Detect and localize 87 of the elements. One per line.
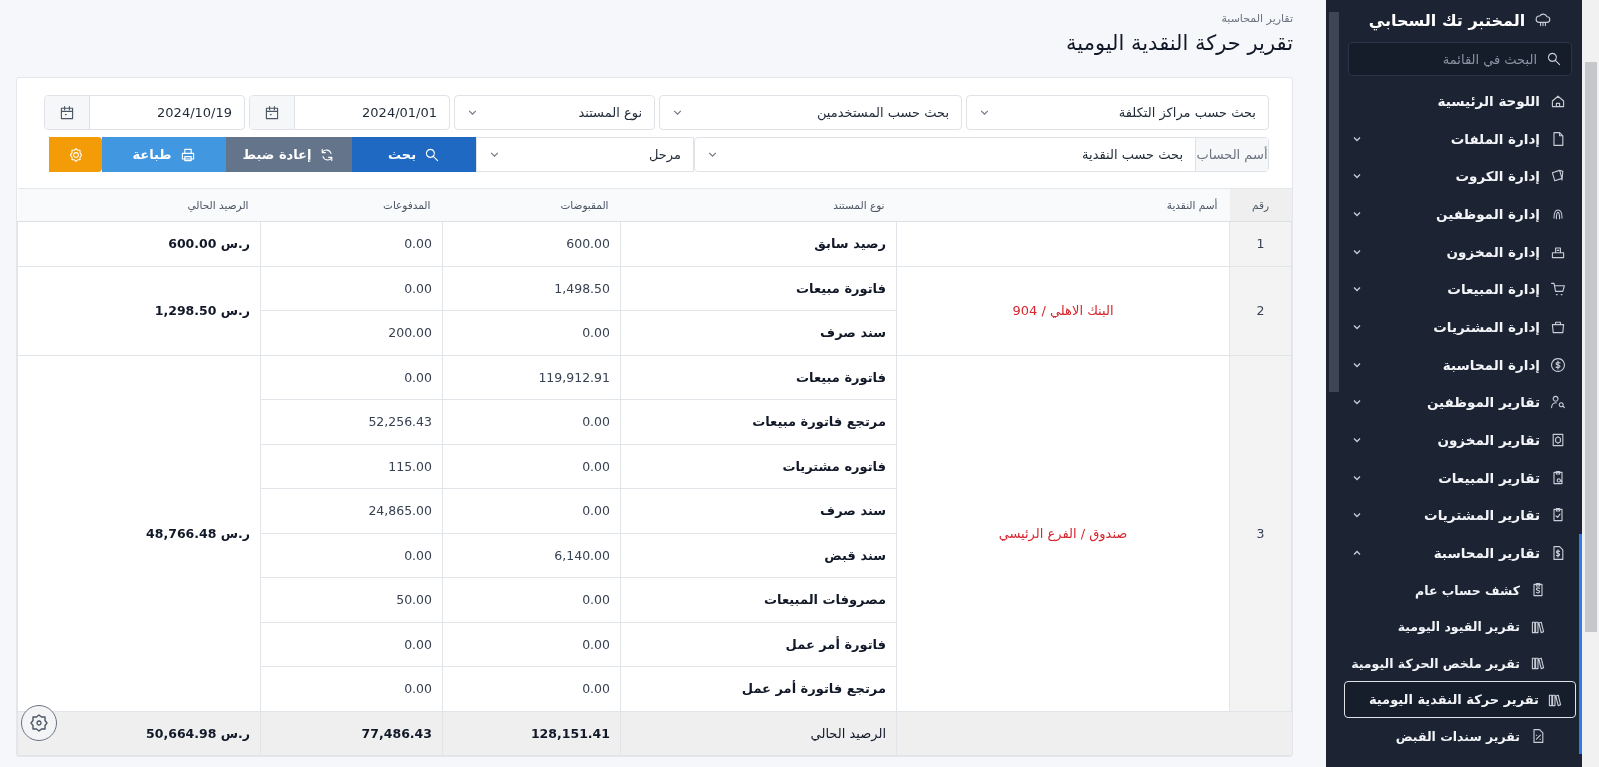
reset-button[interactable]: إعادة ضبط	[226, 137, 352, 172]
table-cell: 0.00	[442, 622, 621, 667]
sidebar-item[interactable]: تقارير المشتريات	[1344, 496, 1576, 535]
table-cell: فاتورة أمر عمل	[620, 622, 897, 667]
table-cell: 0.00	[442, 666, 621, 711]
table-cell: 0.00	[260, 355, 443, 400]
posted-select[interactable]: مرحل	[476, 137, 694, 172]
table-cell: 0.00	[442, 399, 621, 444]
sidebar-subitem[interactable]: تقرير حركة النقدية اليومية	[1344, 681, 1576, 718]
search-icon	[1546, 51, 1562, 67]
clipboard-check-icon	[1550, 507, 1566, 524]
sidebar-item[interactable]: إدارة المبيعات	[1344, 270, 1576, 309]
table-cell: مرتجع فاتورة أمر عمل	[620, 666, 897, 711]
breadcrumb: تقارير المحاسبة	[1220, 12, 1293, 25]
sidebar-item[interactable]: إدارة المخزون	[1344, 232, 1576, 271]
table-cell: 128,151.41	[442, 711, 621, 755]
table-cell: 0.00	[260, 221, 443, 266]
sidebar-item[interactable]: تقارير المحاسبة	[1344, 534, 1576, 572]
books-icon	[1530, 655, 1546, 672]
table-cell: 0.00	[442, 577, 621, 622]
cost-center-select[interactable]: بحث حسب مراكز التكلفة	[966, 95, 1269, 130]
table-cell: سند صرف	[620, 488, 897, 533]
cloud-icon	[1535, 12, 1552, 28]
sidebar-item[interactable]: إدارة المحاسبة	[1344, 345, 1576, 384]
table-cell: 600.00 ر.س	[17, 221, 261, 266]
table-cell: 3	[1229, 355, 1292, 711]
sidebar-subitem[interactable]: تقرير ملخص الحركة اليومية	[1344, 644, 1576, 682]
table-cell: 119,912.91	[442, 355, 621, 400]
table-cell: فاتورة مبيعات	[620, 266, 897, 311]
brand-name: المختبر تك السحابي	[1368, 10, 1526, 30]
users-select[interactable]: بحث حسب المستخدمين	[659, 95, 962, 130]
sidebar-item[interactable]: إدارة المشتريات	[1344, 308, 1576, 346]
table-cell: 1,498.50	[442, 266, 621, 311]
document-type-select[interactable]: نوع المستند	[454, 95, 655, 130]
table-cell: 0.00	[260, 266, 443, 311]
table-cell: 600.00	[442, 221, 621, 266]
table-cell: 2	[1229, 266, 1292, 355]
sidebar-item[interactable]: تقارير الموظفين	[1344, 383, 1576, 422]
table-cell: الرصيد الحالي	[620, 711, 897, 755]
document-icon	[1550, 130, 1566, 147]
table-cell: 1	[1229, 221, 1292, 266]
table-cell: البنك الاهلي / 904	[896, 266, 1230, 355]
table-cell: فاتوره مشتريات	[620, 444, 897, 489]
column-header: الرصيد الحالي	[17, 188, 261, 222]
table-cell: مرتجع فاتورة مبيعات	[620, 399, 897, 444]
printer-icon	[179, 146, 196, 163]
table-cell: صندوق / الفرع الرئيسي	[896, 355, 1230, 711]
search-field[interactable]: البحث في القائمة	[1348, 42, 1572, 76]
person-search-icon	[1550, 394, 1566, 411]
column-header: المقبوضات	[442, 188, 621, 222]
page-title: تقرير حركة النقدية اليومية	[1065, 31, 1293, 55]
table-cell: 0.00	[442, 310, 621, 355]
document-dollar-icon	[1550, 545, 1566, 562]
clipboard-search-icon	[1550, 469, 1566, 486]
table-cell: سند صرف	[620, 310, 897, 355]
table-cell: مصروفات المبيعات	[620, 577, 897, 622]
scrollbar-thumb[interactable]	[1585, 62, 1597, 632]
column-header: نوع المستند	[620, 188, 897, 222]
table-cell: فاتورة مبيعات	[620, 355, 897, 400]
search-icon	[424, 146, 440, 163]
sidebar-item[interactable]: إدارة الموظفين	[1344, 195, 1576, 233]
table-cell: 77,486.43	[260, 711, 443, 755]
clipboard-dollar-icon	[1530, 582, 1546, 599]
sidebar-item[interactable]: إدارة الملفات	[1344, 119, 1576, 158]
badge-gear-icon	[29, 713, 49, 733]
sidebar-item[interactable]: تقارير المخزون	[1344, 421, 1576, 459]
gear-icon	[67, 146, 84, 163]
scrollbar-thumb[interactable]	[1329, 12, 1339, 392]
table-cell: رصيد سابق	[620, 221, 897, 266]
cube-icon	[1550, 432, 1566, 449]
sidebar-subitem[interactable]: كشف حساب عام	[1344, 571, 1576, 609]
sidebar-item[interactable]: إدارة الكروت	[1344, 157, 1576, 196]
document-percent-icon	[1530, 728, 1546, 745]
column-header: رقم	[1229, 188, 1292, 222]
sidebar-item[interactable]: اللوحة الرئيسية	[1344, 82, 1576, 120]
cart-icon	[1550, 281, 1566, 298]
search-button[interactable]: بحث	[352, 137, 476, 172]
table-cell: 0.00	[442, 444, 621, 489]
sidebar-subitem[interactable]: تقرير القيود اليومية	[1344, 608, 1576, 645]
sidebar-item[interactable]: تقارير المبيعات	[1344, 458, 1576, 497]
table-cell: 0.00	[442, 488, 621, 533]
table-cell: سند قبض	[620, 533, 897, 578]
column-header: المدفوعات	[260, 188, 443, 222]
column-header: أسم النقدية	[896, 188, 1230, 222]
sidebar-subitem[interactable]: تقرير سندات القبض	[1344, 717, 1576, 755]
table-cell: 1,298.50 ر.س	[17, 266, 261, 355]
table-cell: 6,140.00	[442, 533, 621, 578]
